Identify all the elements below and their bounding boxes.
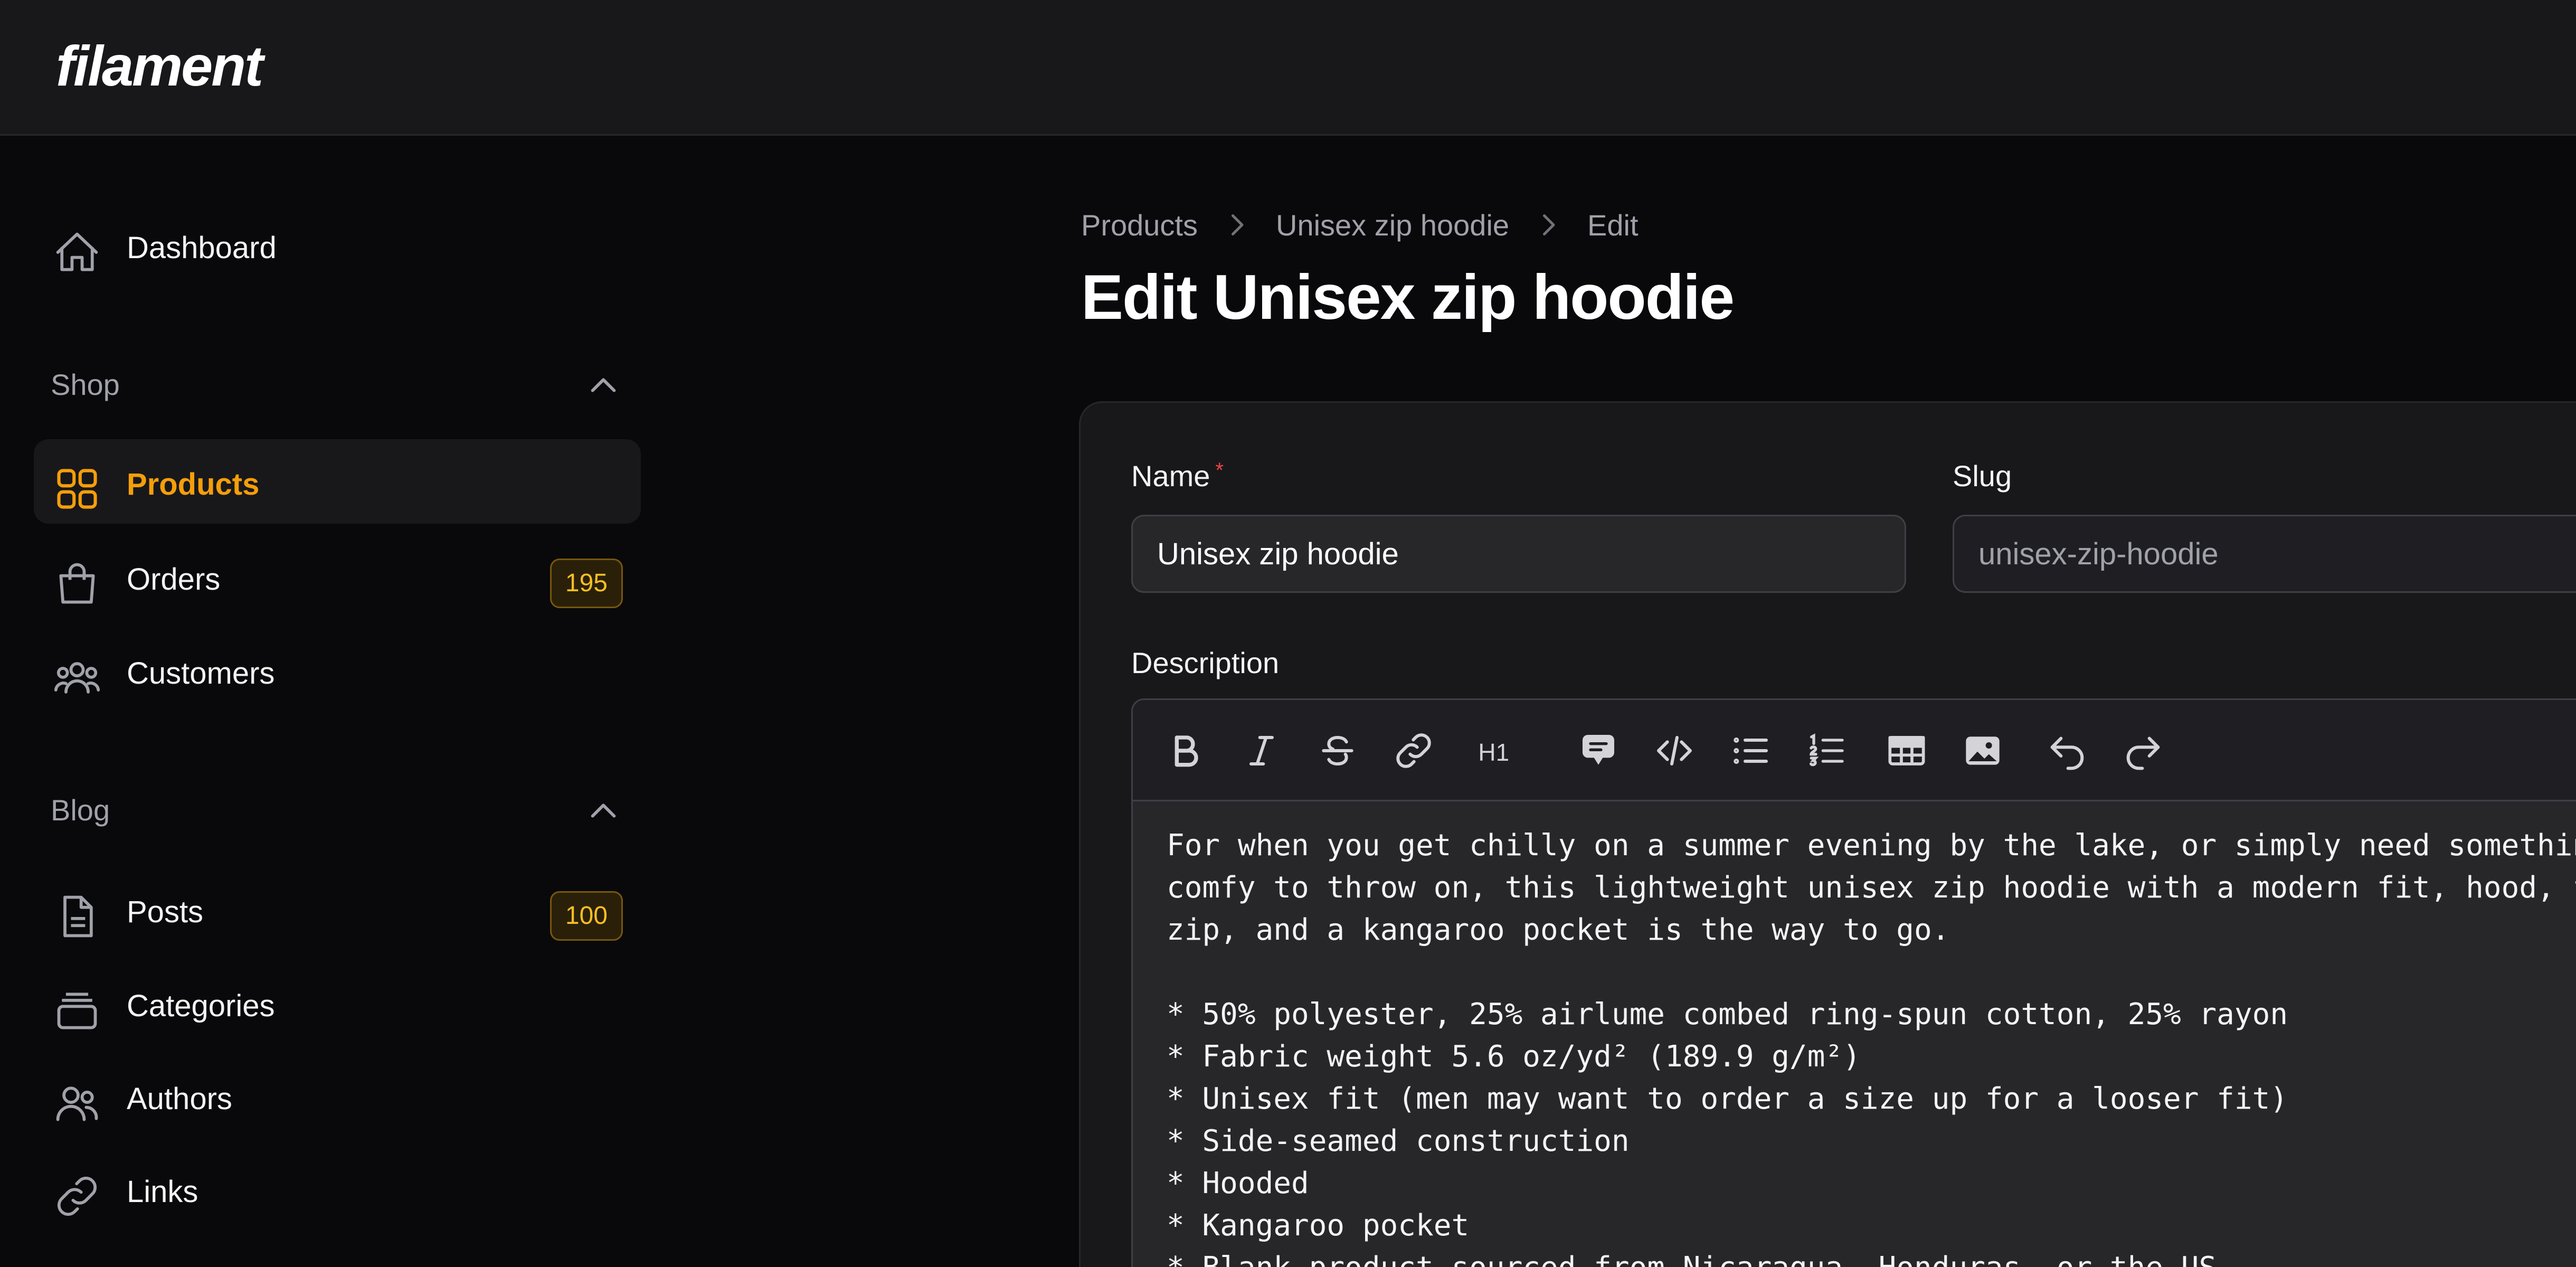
chevron-right-icon <box>1543 214 1555 235</box>
chevron-right-icon <box>1232 214 1244 235</box>
required-mark: * <box>1215 459 1224 482</box>
heading-icon: H1 <box>1478 739 1509 766</box>
blockquote-icon <box>1583 735 1614 765</box>
redo-button[interactable] <box>2118 725 2168 776</box>
ordered-list-icon <box>1810 733 1844 767</box>
undo-button[interactable] <box>2042 725 2092 776</box>
name-label-text: Name <box>1131 459 1210 493</box>
italic-icon <box>1249 736 1274 765</box>
sidebar-item-posts[interactable]: Posts 100 <box>34 867 641 951</box>
sidebar-item-label: Customers <box>127 656 275 691</box>
image-button[interactable] <box>1957 725 2008 776</box>
bold-icon <box>1175 735 1198 767</box>
sidebar: Dashboard Shop Products Orders 195 Custo… <box>0 137 660 1267</box>
shopping-bag-icon <box>59 563 95 604</box>
bold-button[interactable] <box>1160 725 1211 776</box>
breadcrumb: Products Unisex zip hoodie Edit <box>1081 204 1639 246</box>
description-editor: H1 For when you get chilly on a summer e… <box>1131 698 2576 1267</box>
sidebar-item-authors[interactable]: Authors <box>34 1054 641 1138</box>
link-icon <box>57 1176 97 1216</box>
users-icon <box>56 1086 98 1121</box>
user-group-icon <box>54 662 100 694</box>
home-icon <box>56 232 98 271</box>
table-icon <box>1888 736 1925 765</box>
breadcrumb-item-products[interactable]: Products <box>1081 208 1198 242</box>
editor-toolbar: H1 <box>1133 700 2576 801</box>
code-button[interactable] <box>1649 725 1700 776</box>
bullet-list-icon <box>1734 737 1768 764</box>
stack-icon <box>57 992 97 1029</box>
italic-button[interactable] <box>1236 725 1287 776</box>
orders-count-badge: 195 <box>550 559 623 608</box>
document-icon <box>63 895 93 938</box>
table-button[interactable] <box>1881 725 1932 776</box>
top-bar: filament <box>0 0 2576 136</box>
product-form-card: Name* Slug Description H1 <box>1079 401 2576 1267</box>
sidebar-item-label: Categories <box>127 989 275 1023</box>
breadcrumb-item-edit[interactable]: Edit <box>1587 208 1639 242</box>
sidebar-item-label: Dashboard <box>127 231 277 265</box>
breadcrumb-item-record[interactable]: Unisex zip hoodie <box>1276 208 1509 242</box>
sidebar-item-label: Links <box>127 1175 198 1209</box>
posts-count-badge: 100 <box>550 891 623 941</box>
description-field-label: Description <box>1131 646 1280 679</box>
sidebar-item-orders[interactable]: Orders 195 <box>34 534 641 619</box>
sidebar-group-shop: Shop <box>51 368 120 401</box>
squares-icon <box>57 469 97 509</box>
page-title: Edit Unisex zip hoodie <box>1081 262 1735 333</box>
sidebar-item-label: Authors <box>127 1082 232 1116</box>
sidebar-item-categories[interactable]: Categories <box>34 961 641 1045</box>
slug-field-label: Slug <box>1953 459 2012 493</box>
link-button[interactable] <box>1388 725 1439 776</box>
description-textarea[interactable]: For when you get chilly on a summer even… <box>1167 825 2576 1267</box>
chevron-up-icon[interactable] <box>585 793 622 830</box>
sidebar-item-products[interactable]: Products <box>34 439 641 524</box>
blockquote-button[interactable] <box>1573 725 1624 776</box>
heading-button[interactable]: H1 <box>1471 725 1529 776</box>
logo[interactable]: filament <box>56 33 263 99</box>
name-field-label: Name * <box>1131 459 1224 493</box>
code-icon <box>1657 736 1692 765</box>
strike-icon <box>1322 735 1353 766</box>
image-icon <box>1966 736 2000 765</box>
strikethrough-button[interactable] <box>1312 725 1363 776</box>
ordered-list-button[interactable] <box>1801 725 1852 776</box>
sidebar-item-label: Products <box>127 467 260 502</box>
sidebar-group-blog: Blog <box>51 793 110 827</box>
sidebar-item-dashboard[interactable]: Dashboard <box>34 203 641 287</box>
sidebar-item-label: Orders <box>127 562 221 597</box>
chevron-up-icon[interactable] <box>585 367 622 404</box>
sidebar-item-links[interactable]: Links <box>34 1147 641 1231</box>
sidebar-item-customers[interactable]: Customers <box>34 628 641 713</box>
heading-glyph: H1 <box>1478 739 1509 766</box>
bullet-list-button[interactable] <box>1725 725 1776 776</box>
link-icon <box>1396 733 1431 768</box>
name-input[interactable] <box>1131 515 1906 593</box>
sidebar-item-label: Posts <box>127 895 204 929</box>
slug-input[interactable] <box>1953 515 2576 593</box>
redo-icon <box>2126 736 2160 770</box>
undo-icon <box>2050 736 2084 770</box>
